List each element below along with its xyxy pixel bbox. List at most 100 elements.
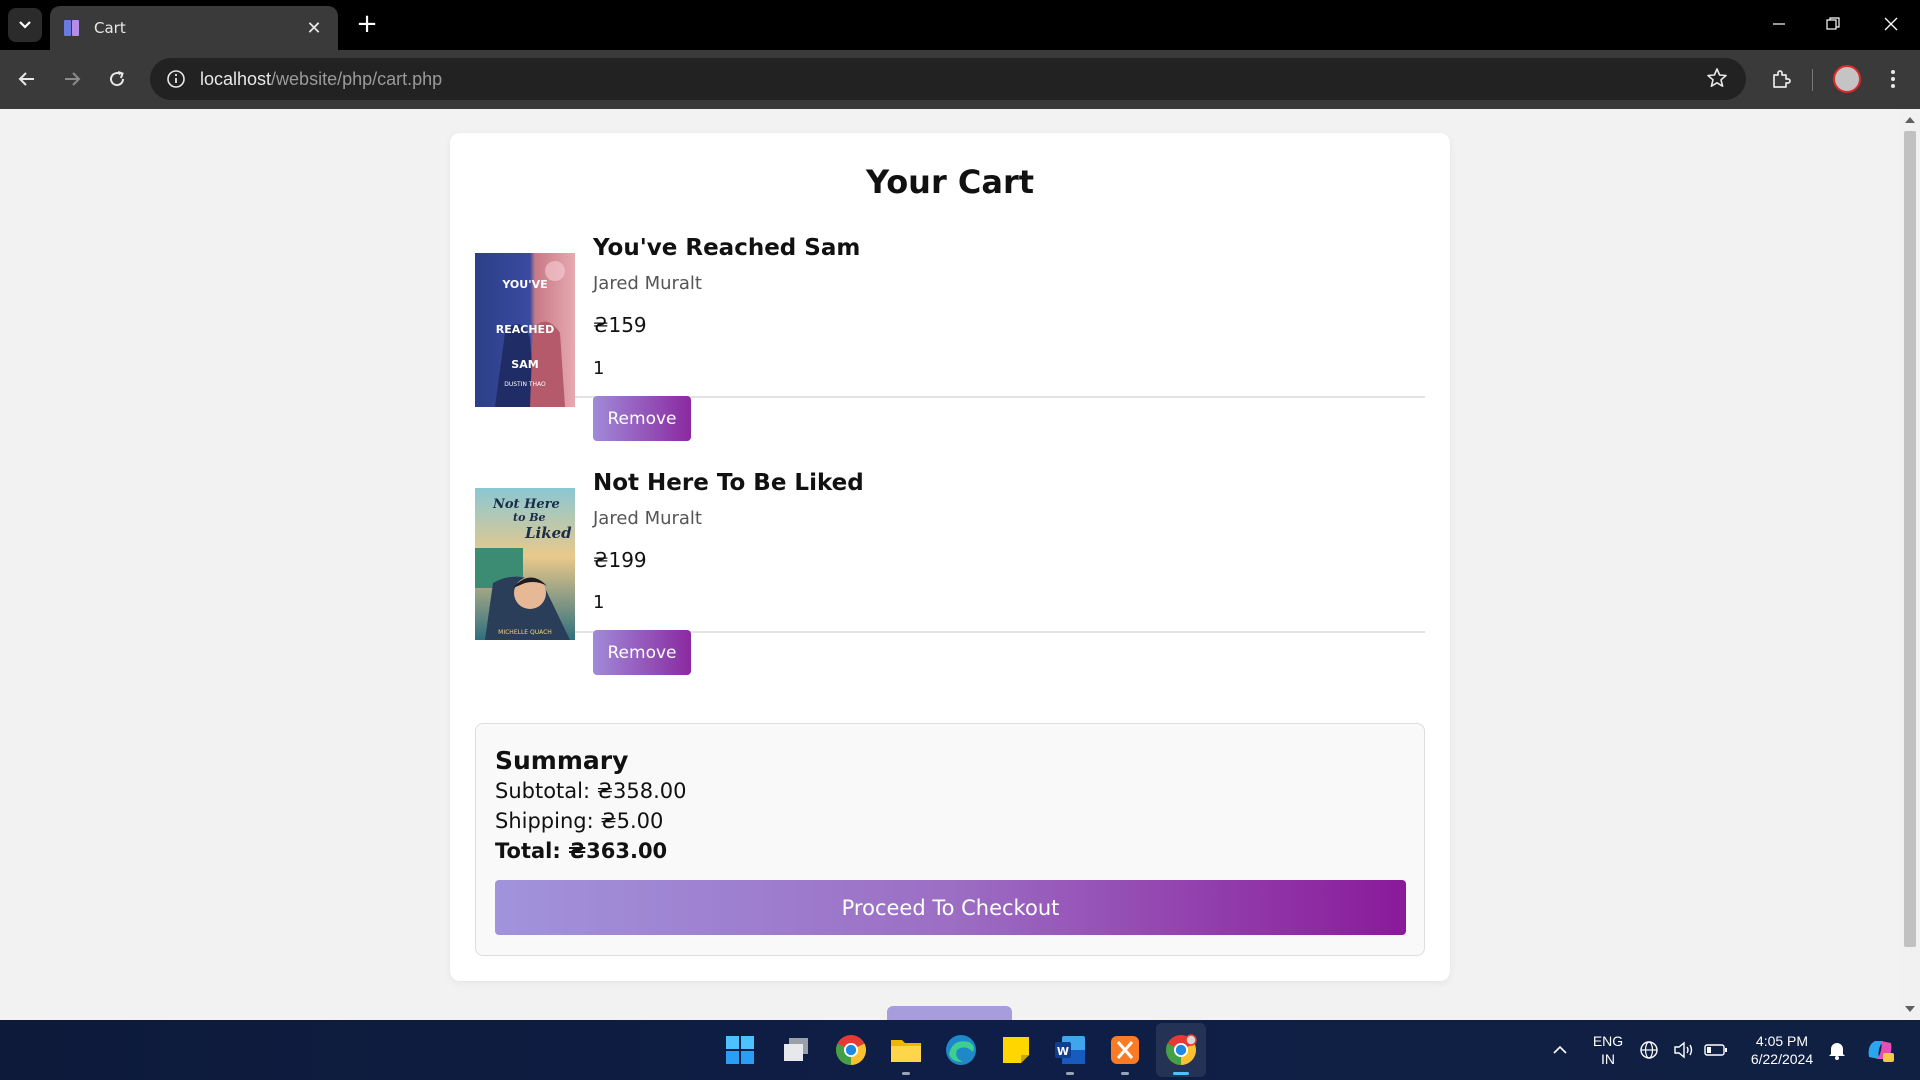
word-icon: W: [1055, 1036, 1085, 1064]
cover-text: REACHED: [496, 323, 554, 336]
language-code: ENG: [1592, 1033, 1624, 1049]
book-cover-image: Not Here to Be Liked MICHELLE QUACH: [475, 488, 575, 640]
back-button[interactable]: [10, 62, 44, 96]
cover-text: SAM: [511, 358, 538, 371]
copilot-button[interactable]: [1860, 1030, 1900, 1070]
windows-taskbar: W ENG IN 4:05 PM 6/22/2024: [0, 1020, 1920, 1080]
item-price: ₴199: [593, 548, 647, 572]
chrome-profile-icon: [1166, 1034, 1197, 1065]
book-cover-not-here-to-be-liked: Not Here to Be Liked MICHELLE QUACH: [475, 488, 575, 640]
total-text: Total: ₴363.00: [495, 839, 668, 863]
notifications-button[interactable]: [1824, 1030, 1850, 1070]
book-favicon-icon: [64, 20, 79, 36]
new-tab-button[interactable]: +: [352, 10, 382, 40]
url-text: localhost/website/php/cart.php: [200, 69, 442, 90]
task-view-button[interactable]: [776, 1030, 816, 1070]
toolbar-separator: [1812, 69, 1813, 91]
clock[interactable]: 4:05 PM 6/22/2024: [1736, 1032, 1828, 1068]
profile-avatar[interactable]: [1833, 65, 1861, 93]
windows-logo-icon: [726, 1036, 754, 1064]
subtotal-text: Subtotal: ₴358.00: [495, 779, 687, 803]
clock-date: 6/22/2024: [1750, 1051, 1814, 1067]
extensions-button[interactable]: [1764, 62, 1798, 96]
sticky-notes-button[interactable]: [996, 1030, 1036, 1070]
edge-button[interactable]: [941, 1030, 981, 1070]
cover-text: YOU'VE: [501, 278, 547, 291]
url-host: localhost: [200, 68, 272, 89]
word-letter: W: [1057, 1045, 1069, 1058]
cover-text: DUSTIN THAO: [504, 381, 546, 388]
clock-time: 4:05 PM: [1755, 1033, 1809, 1049]
close-icon: [1884, 17, 1898, 31]
cover-text: Not Here: [492, 497, 560, 512]
sticky-notes-icon: [1003, 1037, 1029, 1063]
tab-cart[interactable]: Cart ✕: [50, 6, 338, 50]
menu-button[interactable]: [1876, 62, 1910, 96]
checkout-button[interactable]: Proceed To Checkout: [495, 880, 1406, 935]
word-button[interactable]: W: [1050, 1030, 1090, 1070]
close-window-button[interactable]: [1868, 6, 1914, 42]
show-hidden-icons-button[interactable]: [1540, 1030, 1580, 1070]
chevron-down-icon: [19, 21, 31, 29]
edge-icon: [946, 1035, 976, 1065]
battery-icon: [1704, 1044, 1727, 1056]
task-view-icon: [784, 1038, 808, 1061]
file-explorer-button[interactable]: [886, 1030, 926, 1070]
item-title: You've Reached Sam: [593, 235, 861, 261]
remove-button[interactable]: Remove: [593, 630, 691, 675]
cart-item: Not Here to Be Liked MICHELLE QUACH Not …: [475, 468, 1425, 640]
bookmark-star-icon[interactable]: [1706, 67, 1728, 89]
cart-item: YOU'VE REACHED SAM DUSTIN THAO You've Re…: [475, 233, 1425, 407]
running-indicator: [1121, 1072, 1129, 1075]
arrow-right-icon: [65, 72, 81, 86]
scroll-up-arrow-icon[interactable]: [1905, 117, 1915, 123]
restore-icon: [1826, 17, 1840, 30]
copilot-icon: [1868, 1041, 1894, 1062]
speaker-icon: [1674, 1041, 1693, 1059]
volume-button[interactable]: [1671, 1030, 1697, 1070]
book-cover-youve-reached-sam: YOU'VE REACHED SAM DUSTIN THAO: [475, 253, 575, 407]
restore-button[interactable]: [1810, 6, 1856, 42]
more-vertical-icon: [1891, 70, 1895, 88]
page-scrollbar[interactable]: [1900, 109, 1920, 1020]
tab-search-button[interactable]: [8, 8, 42, 42]
chrome-active-button[interactable]: [1161, 1030, 1201, 1070]
cover-text: MICHELLE QUACH: [498, 629, 552, 636]
region-code: IN: [1601, 1051, 1615, 1067]
item-quantity: 1: [593, 358, 605, 379]
book-cover-image: YOU'VE REACHED SAM DUSTIN THAO: [475, 253, 575, 407]
close-tab-icon[interactable]: ✕: [302, 18, 326, 39]
puzzle-icon: [1773, 70, 1791, 88]
minimize-button[interactable]: [1756, 6, 1802, 42]
bell-icon: [1829, 1043, 1845, 1060]
cover-text: to Be: [513, 511, 546, 524]
xampp-button[interactable]: [1105, 1030, 1145, 1070]
item-price: ₴159: [593, 313, 647, 337]
item-author: Jared Muralt: [593, 273, 702, 294]
tab-title: Cart: [94, 19, 126, 37]
start-button[interactable]: [720, 1030, 760, 1070]
item-title: Not Here To Be Liked: [593, 470, 864, 496]
address-bar[interactable]: localhost/website/php/cart.php: [150, 58, 1746, 100]
summary-title: Summary: [495, 746, 629, 775]
active-indicator: [1173, 1072, 1189, 1075]
scroll-thumb[interactable]: [1904, 131, 1916, 947]
remove-button[interactable]: Remove: [593, 396, 691, 441]
cover-text: Liked: [524, 524, 572, 542]
partially-visible-button[interactable]: [887, 1006, 1012, 1020]
network-button[interactable]: [1636, 1030, 1662, 1070]
page-viewport: Your Cart YOU'VE REACHED SAM DUSTIN THAO…: [0, 109, 1900, 1020]
chrome-taskbar-button[interactable]: [831, 1030, 871, 1070]
language-indicator[interactable]: ENG IN: [1590, 1032, 1626, 1068]
url-path: /website/php/cart.php: [271, 68, 443, 89]
chrome-icon: [836, 1035, 866, 1065]
browser-toolbar: localhost/website/php/cart.php: [0, 50, 1920, 109]
folder-icon: [891, 1040, 921, 1062]
item-quantity: 1: [593, 592, 605, 613]
forward-button[interactable]: [55, 62, 89, 96]
site-info-icon[interactable]: [166, 69, 186, 89]
reload-button[interactable]: [100, 62, 134, 96]
page-title: Your Cart: [865, 163, 1035, 201]
scroll-down-arrow-icon[interactable]: [1905, 1006, 1915, 1012]
battery-button[interactable]: [1703, 1030, 1729, 1070]
